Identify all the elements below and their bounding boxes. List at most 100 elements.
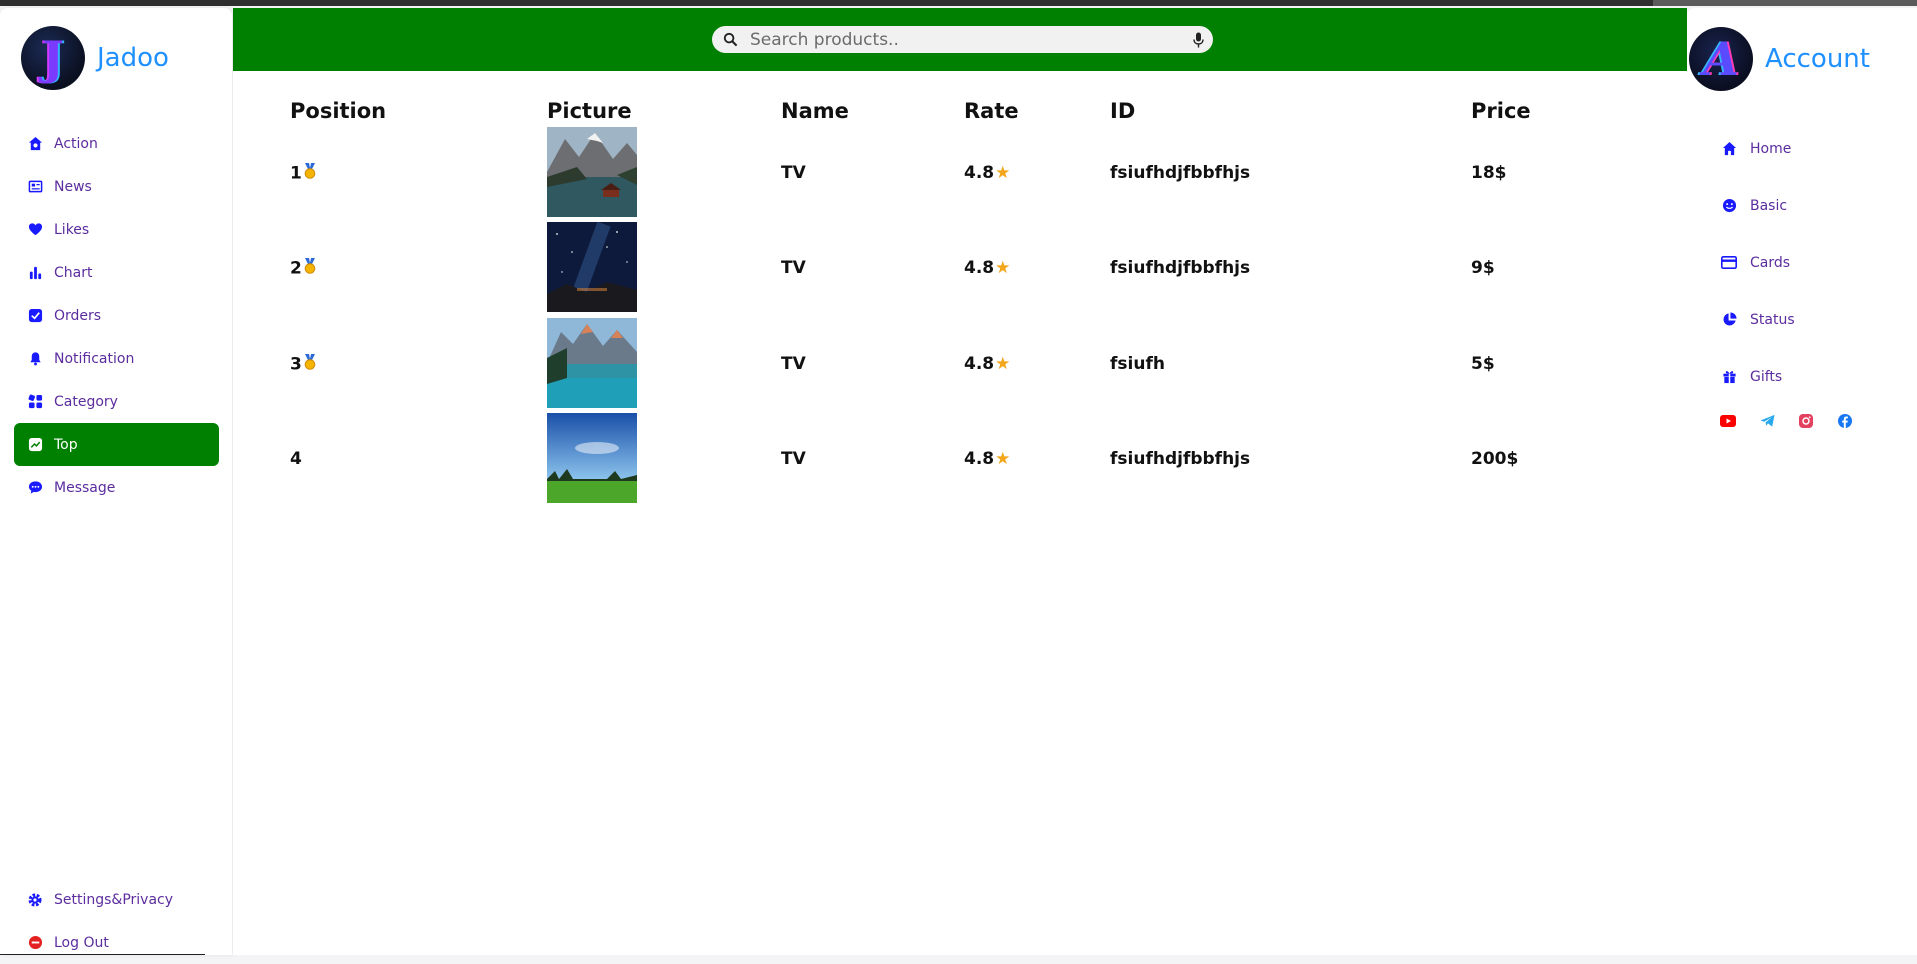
id-cell: fsiufhdjfbbfhjs xyxy=(1110,449,1251,469)
sidebar-item-label: Log Out xyxy=(54,934,109,951)
sidebar-item-action[interactable]: Action xyxy=(14,122,219,165)
price-cell: 5$ xyxy=(1471,354,1495,374)
id-cell: fsiufh xyxy=(1110,354,1165,374)
account-item-label: Status xyxy=(1750,311,1795,328)
left-sidebar: J Jadoo Action News Likes Chart Orders N… xyxy=(0,8,232,955)
column-header-id: ID xyxy=(1110,99,1136,123)
brand-logo-letter: J xyxy=(42,31,64,85)
rate-cell: 4.8★ xyxy=(964,354,1011,374)
sidebar-item-orders[interactable]: Orders xyxy=(14,294,219,337)
id-cell: fsiufhdjfbbfhjs xyxy=(1110,258,1251,278)
name-cell: TV xyxy=(781,258,806,278)
search-input[interactable] xyxy=(748,28,1183,51)
top-header xyxy=(233,8,1687,71)
star-icon: ★ xyxy=(995,258,1011,278)
sidebar-item-label: Category xyxy=(54,393,118,410)
trending-icon xyxy=(26,436,44,454)
sidebar-item-notification[interactable]: Notification xyxy=(14,337,219,380)
home-gear-icon xyxy=(26,135,44,153)
price-cell: 200$ xyxy=(1471,449,1519,469)
sidebar-item-label: Likes xyxy=(54,221,90,238)
account-item-label: Basic xyxy=(1750,197,1788,214)
sidebar-item-chart[interactable]: Chart xyxy=(14,251,219,294)
rate-cell: 4.8★ xyxy=(964,163,1011,183)
column-header-name: Name xyxy=(781,99,849,123)
medal-icon xyxy=(303,258,317,279)
column-header-position: Position xyxy=(290,99,387,123)
logout-icon xyxy=(26,934,44,952)
account-item-status[interactable]: Status xyxy=(1720,291,1795,348)
account-avatar: A xyxy=(1689,27,1753,91)
brand-name: Jadoo xyxy=(97,43,169,73)
youtube-icon[interactable] xyxy=(1720,413,1736,429)
search-bar xyxy=(712,26,1213,53)
account-panel: A Account Home Basic Cards Status Gifts xyxy=(1687,8,1917,955)
chat-bubble-icon xyxy=(26,479,44,497)
name-cell: TV xyxy=(781,449,806,469)
check-square-icon xyxy=(26,307,44,325)
product-picture[interactable] xyxy=(547,318,637,408)
account-avatar-letter: A xyxy=(1703,32,1739,86)
bell-icon xyxy=(26,350,44,368)
facebook-icon[interactable] xyxy=(1837,413,1853,429)
sidebar-item-likes[interactable]: Likes xyxy=(14,208,219,251)
main-content: Position Picture Name Rate ID Price 1 TV… xyxy=(233,71,1687,955)
sidebar-item-label: Action xyxy=(54,135,98,152)
news-icon xyxy=(26,178,44,196)
sidebar-item-label: Message xyxy=(54,479,116,496)
product-picture[interactable] xyxy=(547,222,637,312)
account-item-label: Cards xyxy=(1750,254,1791,271)
column-header-price: Price xyxy=(1471,99,1531,123)
instagram-icon[interactable] xyxy=(1798,413,1814,429)
price-cell: 18$ xyxy=(1471,163,1507,183)
credit-card-icon xyxy=(1720,254,1738,272)
position-cell: 3 xyxy=(290,354,317,375)
pie-chart-icon xyxy=(1720,311,1738,329)
account-item-label: Home xyxy=(1750,140,1792,157)
sidebar-item-top[interactable]: Top xyxy=(14,423,219,466)
star-icon: ★ xyxy=(995,354,1011,374)
name-cell: TV xyxy=(781,163,806,183)
sidebar-item-message[interactable]: Message xyxy=(14,466,219,509)
column-header-rate: Rate xyxy=(964,99,1019,123)
account-header[interactable]: A Account xyxy=(1689,27,1870,91)
account-item-gifts[interactable]: Gifts xyxy=(1720,348,1795,405)
browser-top-strip xyxy=(0,0,1917,6)
account-item-basic[interactable]: Basic xyxy=(1720,177,1795,234)
brand[interactable]: J Jadoo xyxy=(21,26,169,90)
telegram-icon[interactable] xyxy=(1759,413,1775,429)
bar-chart-icon xyxy=(26,264,44,282)
smile-icon xyxy=(1720,197,1738,215)
sidebar-item-settings[interactable]: Settings&Privacy xyxy=(14,878,219,921)
sidebar-item-label: Chart xyxy=(54,264,93,281)
rate-cell: 4.8★ xyxy=(964,449,1011,469)
sidebar-item-label: Settings&Privacy xyxy=(54,891,174,908)
sidebar-item-logout[interactable]: Log Out xyxy=(14,921,219,964)
sidebar-item-category[interactable]: Category xyxy=(14,380,219,423)
account-item-cards[interactable]: Cards xyxy=(1720,234,1795,291)
sidebar-item-label: Top xyxy=(54,436,78,453)
sidebar-bottom: Settings&Privacy Log Out xyxy=(14,878,219,964)
brand-logo: J xyxy=(21,26,85,90)
sidebar-item-label: News xyxy=(54,178,92,195)
account-item-home[interactable]: Home xyxy=(1720,120,1795,177)
product-picture[interactable] xyxy=(547,127,637,217)
search-icon[interactable] xyxy=(712,32,748,47)
medal-icon xyxy=(303,163,317,184)
star-icon: ★ xyxy=(995,163,1011,183)
sidebar-item-label: Notification xyxy=(54,350,135,367)
heart-icon xyxy=(26,221,44,239)
category-grid-icon xyxy=(26,393,44,411)
product-picture[interactable] xyxy=(547,413,637,503)
gift-icon xyxy=(1720,368,1738,386)
account-item-label: Gifts xyxy=(1750,368,1783,385)
account-nav: Home Basic Cards Status Gifts xyxy=(1720,120,1795,405)
sidebar-nav: Action News Likes Chart Orders Notificat… xyxy=(14,122,219,509)
microphone-icon[interactable] xyxy=(1183,32,1213,48)
sidebar-item-label: Orders xyxy=(54,307,102,324)
column-header-picture: Picture xyxy=(547,99,632,123)
gear-icon xyxy=(26,891,44,909)
id-cell: fsiufhdjfbbfhjs xyxy=(1110,163,1251,183)
sidebar-item-news[interactable]: News xyxy=(14,165,219,208)
home-icon xyxy=(1720,140,1738,158)
